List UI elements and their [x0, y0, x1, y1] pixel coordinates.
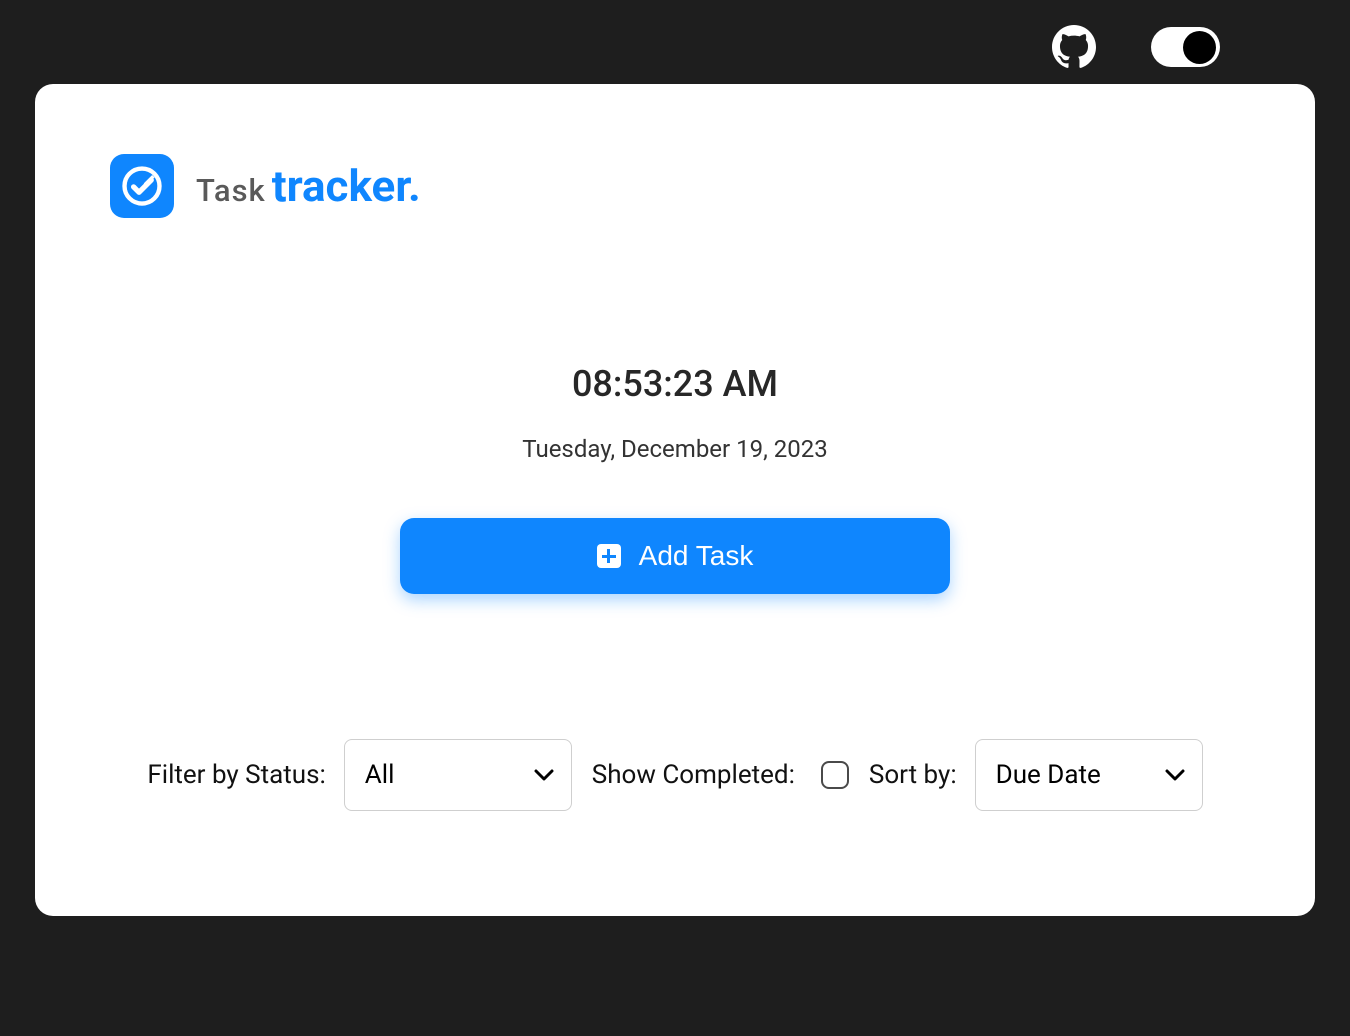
sort-by-label: Sort by: [869, 760, 957, 790]
add-task-button[interactable]: Add Task [400, 518, 950, 594]
clock-time: 08:53:23 AM [110, 363, 1240, 405]
sort-by-group: Sort by: Due Date [869, 739, 1203, 811]
clock-date: Tuesday, December 19, 2023 [110, 435, 1240, 463]
add-task-label: Add Task [639, 540, 754, 572]
app-title: Task tracker. [196, 160, 421, 212]
show-completed-checkbox[interactable] [821, 761, 849, 789]
logo-row: Task tracker. [110, 154, 1240, 218]
filters-row: Filter by Status: All Show Completed: So… [110, 739, 1240, 811]
toggle-knob [1183, 31, 1216, 64]
theme-toggle[interactable] [1151, 27, 1220, 67]
app-logo [110, 154, 174, 218]
show-completed-group: Show Completed: [592, 760, 849, 790]
plus-icon [597, 544, 621, 568]
filter-status-select[interactable]: All [344, 739, 572, 811]
clock-section: 08:53:23 AM Tuesday, December 19, 2023 [110, 363, 1240, 463]
github-icon [1052, 25, 1096, 69]
main-card: Task tracker. 08:53:23 AM Tuesday, Decem… [35, 84, 1315, 916]
filter-status-group: Filter by Status: All [147, 739, 571, 811]
filter-status-label: Filter by Status: [147, 760, 325, 790]
title-suffix: tracker. [272, 160, 421, 212]
github-link[interactable] [1052, 25, 1096, 69]
title-prefix: Task [196, 172, 266, 209]
sort-by-select[interactable]: Due Date [975, 739, 1203, 811]
check-circle-icon [121, 165, 163, 207]
show-completed-label: Show Completed: [592, 760, 795, 790]
